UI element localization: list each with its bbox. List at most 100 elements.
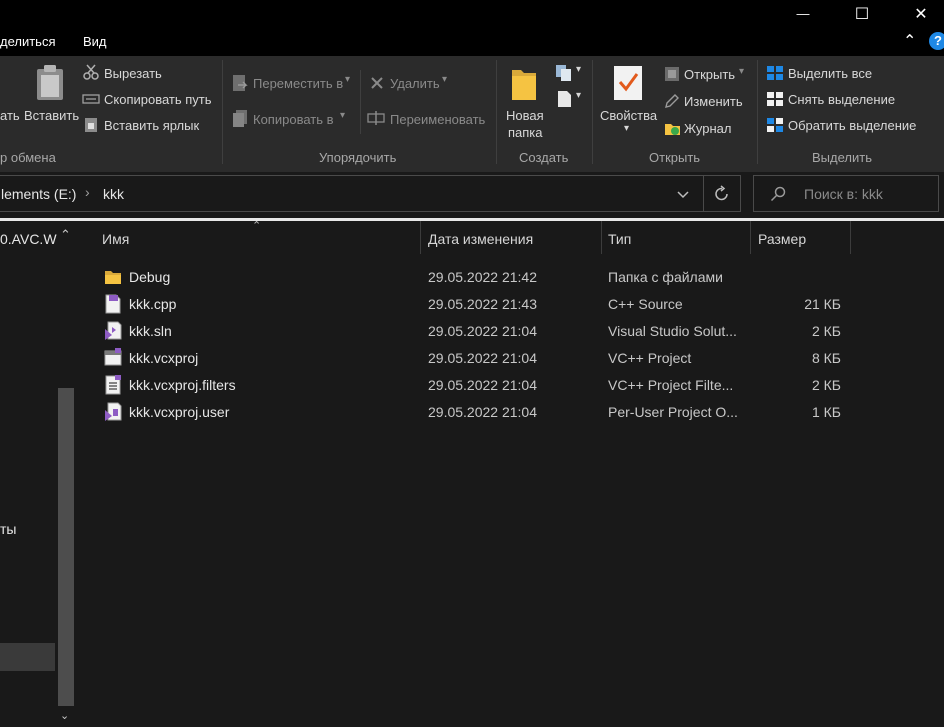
pin-label[interactable]: ать <box>0 108 20 123</box>
column-header-date[interactable]: Дата изменения <box>428 231 533 247</box>
invert-selection-button[interactable]: Обратить выделение <box>788 118 916 133</box>
help-icon[interactable]: ? <box>929 32 944 50</box>
folder-icon <box>105 271 121 284</box>
move-to-button[interactable]: Переместить в <box>253 76 343 91</box>
vcxproj-file-icon <box>104 348 122 366</box>
file-name[interactable]: kkk.vcxproj.filters <box>129 377 236 393</box>
organize-group-label: Упорядочить <box>319 150 397 165</box>
breadcrumb-drive[interactable]: lements (E:) <box>1 186 76 202</box>
column-divider[interactable] <box>850 221 851 254</box>
chevron-down-icon: ▾ <box>340 110 346 121</box>
select-all-button[interactable]: Выделить все <box>788 66 872 81</box>
delete-icon <box>371 77 383 89</box>
clipboard-group-label: р обмена <box>0 150 56 165</box>
file-list: ⌃ Имя Дата изменения Тип Размер Debug 29… <box>78 220 944 727</box>
collapse-ribbon-icon[interactable]: ⌃ <box>903 31 916 51</box>
close-icon: ✕ <box>914 5 928 23</box>
edit-icon <box>665 94 679 108</box>
new-folder-label-2[interactable]: папка <box>508 125 543 140</box>
select-none-icon <box>767 92 783 106</box>
file-name[interactable]: kkk.vcxproj <box>129 350 198 366</box>
file-size: 8 КБ <box>811 350 841 366</box>
tab-view[interactable]: Вид <box>83 34 107 49</box>
chevron-down-icon: ▾ <box>739 66 745 77</box>
chevron-down-icon: ▾ <box>576 64 582 75</box>
file-date: 29.05.2022 21:04 <box>428 404 537 420</box>
select-none-button[interactable]: Снять выделение <box>788 92 895 107</box>
search-placeholder: Поиск в: kkk <box>804 186 883 202</box>
column-header-size[interactable]: Размер <box>758 231 806 247</box>
paste-shortcut-button[interactable]: Вставить ярлык <box>104 118 199 133</box>
edit-button[interactable]: Изменить <box>684 94 743 109</box>
address-bar[interactable]: lements (E:) › kkk <box>0 175 741 212</box>
delete-button[interactable]: Удалить <box>390 76 440 91</box>
file-type: VC++ Project Filte... <box>608 377 734 393</box>
column-header-name[interactable]: Имя <box>102 231 129 247</box>
file-name[interactable]: kkk.cpp <box>129 296 176 312</box>
history-icon <box>665 124 680 135</box>
column-divider[interactable] <box>601 221 602 254</box>
file-name[interactable]: kkk.vcxproj.user <box>129 404 229 420</box>
file-type: VC++ Project <box>608 350 692 366</box>
file-name[interactable]: kkk.sln <box>129 323 172 339</box>
file-size: 21 КБ <box>804 296 841 312</box>
maximize-button[interactable]: ☐ <box>839 0 885 27</box>
nav-item-selected[interactable] <box>0 643 55 671</box>
table-row[interactable]: kkk.cpp 29.05.2022 21:43 C++ Source 21 К… <box>78 291 944 318</box>
nav-item-mid[interactable]: ты <box>0 521 16 537</box>
rename-icon <box>367 111 385 125</box>
column-divider[interactable] <box>420 221 421 254</box>
ribbon: ать Вставить Вырезать Скопировать путь В… <box>0 56 944 172</box>
chevron-down-icon: ▾ <box>442 74 448 85</box>
open-button[interactable]: Открыть <box>684 67 735 82</box>
breadcrumb-chevron-icon: › <box>85 184 90 200</box>
copy-to-button[interactable]: Копировать в <box>253 112 334 127</box>
group-divider <box>757 60 758 164</box>
table-row[interactable]: Debug 29.05.2022 21:42 Папка с файлами <box>78 264 944 291</box>
table-row[interactable]: kkk.vcxproj 29.05.2022 21:04 VC++ Projec… <box>78 345 944 372</box>
new-folder-label-1[interactable]: Новая <box>506 108 544 123</box>
rename-button[interactable]: Переименовать <box>390 112 485 127</box>
close-button[interactable]: ✕ <box>898 0 944 27</box>
chevron-down-icon: ▾ <box>576 90 582 101</box>
tab-share[interactable]: делиться <box>0 34 56 49</box>
filters-file-icon <box>105 375 121 395</box>
history-button[interactable]: Журнал <box>684 121 731 136</box>
nav-scrollbar-thumb[interactable] <box>58 388 74 706</box>
navigation-pane: 0.AVC.W ⌃ ты ⌄ <box>0 221 78 727</box>
scroll-up-icon[interactable]: ⌃ <box>60 227 71 243</box>
table-row[interactable]: kkk.vcxproj.filters 29.05.2022 21:04 VC+… <box>78 372 944 399</box>
breadcrumb-folder[interactable]: kkk <box>103 186 124 202</box>
move-to-icon <box>233 75 248 91</box>
file-date: 29.05.2022 21:04 <box>428 350 537 366</box>
search-icon <box>770 186 786 202</box>
file-size: 1 КБ <box>811 404 841 420</box>
address-history-chevron-icon[interactable] <box>677 191 689 199</box>
table-row[interactable]: kkk.vcxproj.user 29.05.2022 21:04 Per-Us… <box>78 399 944 426</box>
file-name[interactable]: Debug <box>129 269 170 285</box>
address-row: lements (E:) › kkk Поиск в: kkk <box>0 172 944 220</box>
table-row[interactable]: kkk.sln 29.05.2022 21:04 Visual Studio S… <box>78 318 944 345</box>
divider <box>360 70 361 134</box>
properties-icon <box>614 66 642 100</box>
nav-item-top[interactable]: 0.AVC.W <box>0 231 57 247</box>
copy-to-icon <box>233 110 247 127</box>
ribbon-tab-bar: делиться Вид ⌃ ? <box>0 27 944 56</box>
search-input[interactable]: Поиск в: kkk <box>753 175 939 212</box>
title-bar: — ☐ ✕ <box>0 0 944 27</box>
properties-button[interactable]: Свойства <box>600 108 657 123</box>
paste-button[interactable]: Вставить <box>24 108 79 123</box>
divider <box>703 176 704 211</box>
cut-button[interactable]: Вырезать <box>104 66 162 81</box>
copy-path-button[interactable]: Скопировать путь <box>104 92 212 107</box>
group-divider <box>496 60 497 164</box>
file-date: 29.05.2022 21:43 <box>428 296 537 312</box>
chevron-down-icon: ▾ <box>624 123 630 134</box>
column-divider[interactable] <box>750 221 751 254</box>
refresh-icon[interactable] <box>713 185 731 203</box>
column-header-type[interactable]: Тип <box>608 231 631 247</box>
file-type: Per-User Project O... <box>608 404 738 420</box>
minimize-button[interactable]: — <box>780 0 826 27</box>
open-icon <box>665 67 679 81</box>
scroll-down-icon[interactable]: ⌄ <box>60 709 69 722</box>
